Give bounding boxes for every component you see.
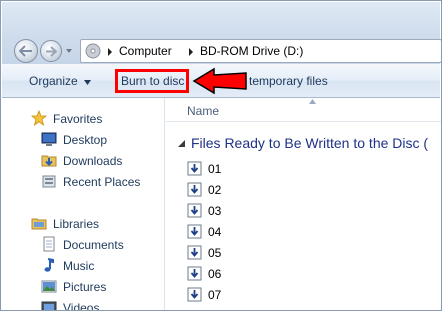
- navigation-pane: Favorites Desktop Downloads Recent Place…: [2, 98, 165, 311]
- breadcrumb-bd-rom-drive[interactable]: BD-ROM Drive (D:): [200, 44, 303, 58]
- file-pending-burn-icon: [187, 161, 202, 176]
- music-note-icon: [44, 258, 54, 272]
- breadcrumb-computer[interactable]: Computer: [119, 44, 172, 58]
- file-name: 03: [208, 204, 222, 218]
- nav-documents-label: Documents: [63, 238, 124, 252]
- column-header-name[interactable]: Name: [187, 104, 219, 118]
- nav-videos-label: Videos: [63, 301, 100, 311]
- nav-libraries-label: Libraries: [53, 217, 100, 231]
- file-pending-burn-icon: [187, 245, 202, 260]
- file-name: 01: [208, 162, 222, 176]
- command-bar: Organize Burn to disc temporary files: [2, 64, 440, 98]
- burn-to-disc-button[interactable]: Burn to disc: [121, 74, 184, 88]
- address-toolbar: Computer BD-ROM Drive (D:): [2, 2, 441, 64]
- nav-desktop-label: Desktop: [63, 133, 108, 147]
- recent-pages-dropdown-icon[interactable]: [65, 47, 73, 55]
- file-name: 04: [208, 225, 222, 239]
- back-arrow-icon: [19, 45, 32, 57]
- forward-arrow-icon: [46, 46, 57, 57]
- file-pending-burn-icon: [187, 266, 202, 281]
- file-name: 06: [208, 267, 222, 281]
- nav-downloads-label: Downloads: [63, 154, 123, 168]
- address-bar[interactable]: Computer BD-ROM Drive (D:): [80, 39, 441, 63]
- nav-pictures-label: Pictures: [63, 280, 107, 294]
- file-name: 02: [208, 183, 222, 197]
- explorer-window: Computer BD-ROM Drive (D:) Organize Burn…: [0, 0, 442, 311]
- file-name: 07: [208, 288, 222, 302]
- nav-music-label: Music: [63, 259, 95, 273]
- downloads-folder-icon: [41, 155, 57, 167]
- forward-button[interactable]: [40, 40, 62, 62]
- file-list-pane: Name Files Ready to Be Written to the Di…: [166, 98, 441, 310]
- file-pending-burn-icon: [187, 224, 202, 239]
- back-button[interactable]: [14, 39, 38, 63]
- group-title: Files Ready to Be Written to the Disc (: [191, 135, 429, 151]
- organize-dropdown-icon: [84, 80, 91, 85]
- recent-places-icon: [42, 175, 56, 188]
- nav-favorites-label: Favorites: [53, 112, 103, 126]
- file-pending-burn-icon: [187, 182, 202, 197]
- file-pending-burn-icon: [187, 287, 202, 302]
- file-pending-burn-icon: [187, 203, 202, 218]
- delete-temporary-files-button[interactable]: temporary files: [249, 74, 328, 88]
- file-name: 05: [208, 246, 222, 260]
- desktop-icon: [41, 132, 57, 146]
- videos-icon: [41, 301, 57, 310]
- organize-button[interactable]: Organize: [29, 74, 78, 88]
- red-pointer-arrow-icon: [192, 67, 247, 95]
- column-header-row: Name: [166, 98, 441, 122]
- sort-ascending-icon: [309, 99, 316, 104]
- libraries-icon: [31, 218, 47, 230]
- nav-recent-places-label: Recent Places: [63, 175, 141, 189]
- breadcrumb-separator-icon[interactable]: [188, 48, 194, 56]
- disc-drive-icon: [85, 43, 101, 59]
- documents-icon: [43, 236, 55, 252]
- collapse-group-icon[interactable]: [178, 140, 185, 147]
- breadcrumb-separator-icon[interactable]: [107, 48, 113, 56]
- star-icon: [31, 110, 47, 126]
- pictures-icon: [41, 280, 57, 293]
